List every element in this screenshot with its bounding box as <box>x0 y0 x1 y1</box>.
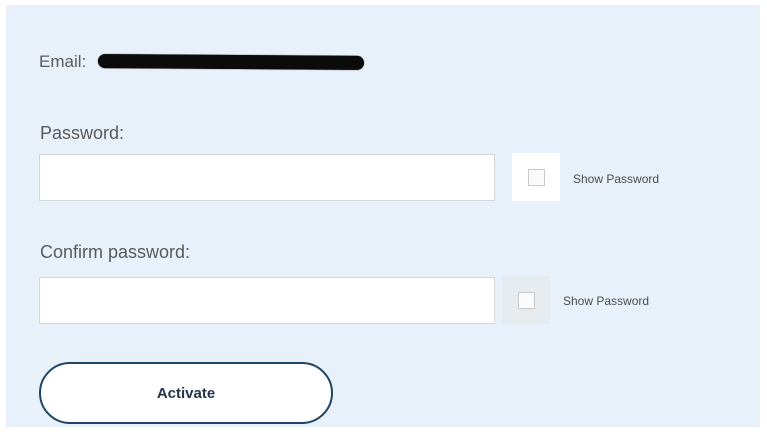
show-password-label-2[interactable]: Show Password <box>563 294 649 308</box>
show-password-checkbox-1-container[interactable] <box>512 153 560 201</box>
show-password-checkbox-2[interactable] <box>517 291 535 309</box>
confirm-password-label: Confirm password: <box>40 242 191 262</box>
activation-form-panel: Email: Password: Show Password Confirm p… <box>6 5 760 427</box>
email-row: Email: <box>39 52 365 72</box>
show-password-checkbox-2-container[interactable] <box>502 276 550 324</box>
password-label: Password: <box>40 123 125 143</box>
email-label: Email: <box>39 52 87 71</box>
activate-button[interactable]: Activate <box>39 362 333 424</box>
confirm-password-input[interactable] <box>39 277 495 324</box>
email-redaction-mark <box>98 54 365 70</box>
show-password-label-1[interactable]: Show Password <box>573 172 659 186</box>
show-password-checkbox-1[interactable] <box>527 168 545 186</box>
password-input[interactable] <box>39 154 495 201</box>
